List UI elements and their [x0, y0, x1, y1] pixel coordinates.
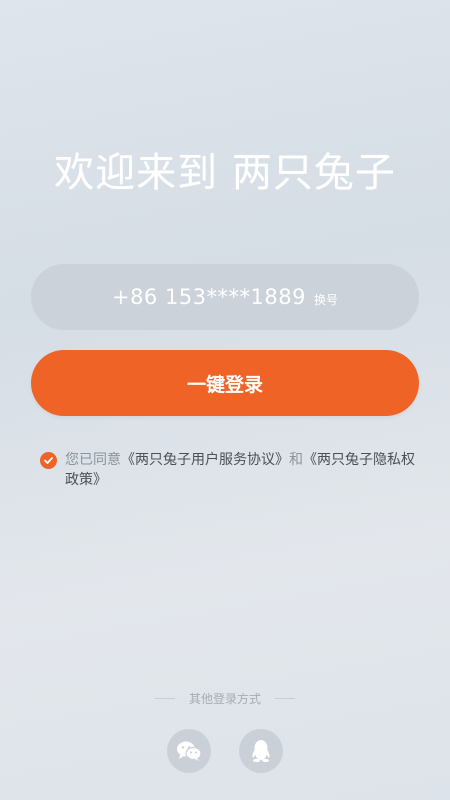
user-agreement-link[interactable]: 《两只兔子用户服务协议》 [121, 452, 289, 468]
phone-number-field[interactable]: +86 153****1889 换号 [31, 264, 419, 330]
phone-number-text: +86 153****1889 [111, 285, 306, 309]
wechat-login-button[interactable] [167, 729, 211, 773]
other-login-title: 其他登录方式 [0, 690, 450, 707]
one-click-login-button[interactable]: 一键登录 [31, 350, 419, 416]
divider-left [154, 698, 175, 699]
agreement-checkbox[interactable] [40, 452, 57, 469]
divider-right [275, 698, 295, 699]
social-login-row [167, 729, 283, 773]
qq-icon [252, 740, 270, 763]
qq-login-button[interactable] [239, 729, 283, 773]
agreement-text: 您已同意《两只兔子用户服务协议》和《两只兔子隐私权政策》 [65, 450, 420, 490]
wechat-icon [177, 741, 202, 761]
checkmark-icon [44, 457, 53, 464]
switch-number-link[interactable]: 换号 [314, 291, 338, 308]
agreement-row: 您已同意《两只兔子用户服务协议》和《两只兔子隐私权政策》 [40, 450, 420, 490]
other-login-label: 其他登录方式 [188, 692, 261, 706]
welcome-title: 欢迎来到 两只兔子 [54, 150, 396, 196]
agreement-prefix: 您已同意 [65, 452, 121, 468]
agreement-conjunction: 和 [289, 452, 303, 468]
